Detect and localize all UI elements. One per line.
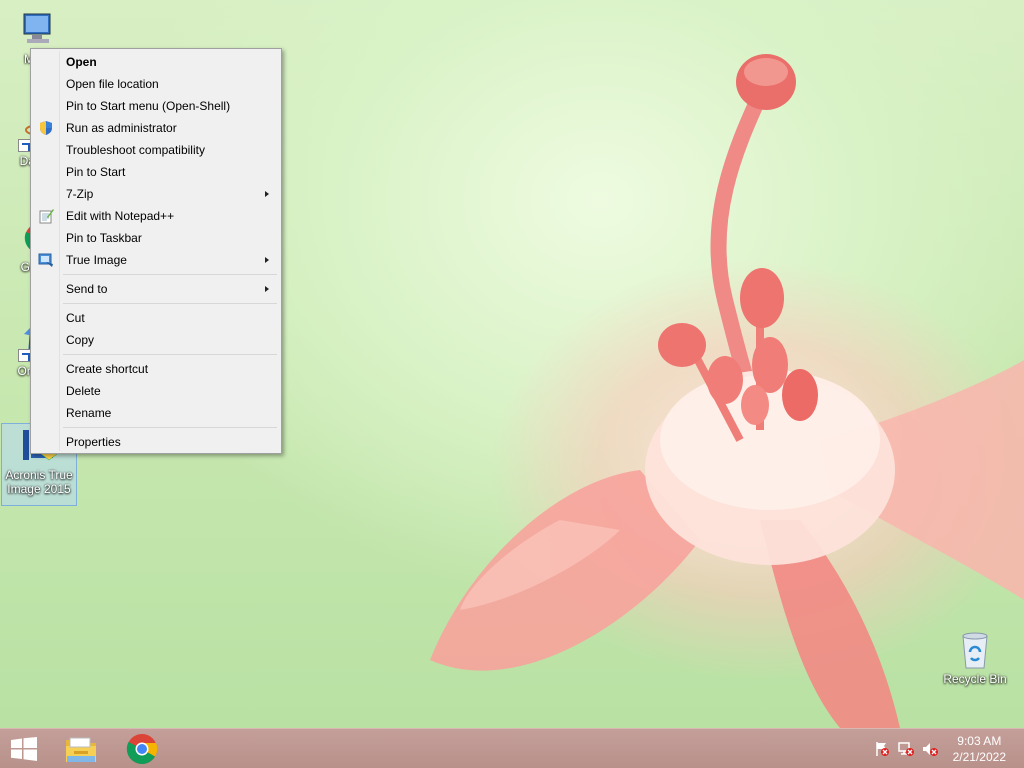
taskbar-file-explorer[interactable] bbox=[56, 729, 108, 768]
menu-item-label: Cut bbox=[66, 311, 85, 325]
menu-item-label: Pin to Taskbar bbox=[66, 231, 142, 245]
menu-item-troubleshoot-compatibility[interactable]: Troubleshoot compatibility bbox=[33, 139, 279, 161]
menu-item-label: Delete bbox=[66, 384, 101, 398]
action-center-flag-icon[interactable] bbox=[874, 741, 890, 757]
recycle-bin-icon bbox=[955, 630, 995, 670]
windows-logo-icon bbox=[10, 737, 38, 765]
computer-icon bbox=[18, 10, 58, 50]
menu-item-pin-to-taskbar[interactable]: Pin to Taskbar bbox=[33, 227, 279, 249]
menu-item-pin-to-start[interactable]: Pin to Start bbox=[33, 161, 279, 183]
notepadpp-icon bbox=[38, 208, 54, 224]
clock-time: 9:03 AM bbox=[957, 734, 1002, 748]
menu-item-copy[interactable]: Copy bbox=[33, 329, 279, 351]
menu-item-label: Create shortcut bbox=[66, 362, 149, 376]
menu-separator bbox=[63, 427, 277, 428]
menu-item-label: Properties bbox=[66, 435, 121, 449]
menu-item-label: Open file location bbox=[66, 77, 159, 91]
menu-item-delete[interactable]: Delete bbox=[33, 380, 279, 402]
menu-item-label: Run as administrator bbox=[66, 121, 177, 135]
menu-item-label: Open bbox=[66, 55, 97, 69]
submenu-arrow-icon bbox=[265, 257, 269, 263]
file-explorer-icon bbox=[64, 734, 98, 768]
network-icon[interactable] bbox=[898, 741, 914, 757]
menu-item-pin-to-start-menu-open-shell[interactable]: Pin to Start menu (Open-Shell) bbox=[33, 95, 279, 117]
menu-item-open[interactable]: Open bbox=[33, 51, 279, 73]
menu-item-open-file-location[interactable]: Open file location bbox=[33, 73, 279, 95]
chrome-icon bbox=[126, 733, 158, 768]
menu-item-true-image[interactable]: True Image bbox=[33, 249, 279, 271]
menu-item-label: Copy bbox=[66, 333, 95, 347]
menu-item-cut[interactable]: Cut bbox=[33, 307, 279, 329]
menu-item-label: Pin to Start bbox=[66, 165, 126, 179]
menu-item-run-as-administrator[interactable]: Run as administrator bbox=[33, 117, 279, 139]
volume-muted-icon[interactable] bbox=[922, 741, 938, 757]
menu-separator bbox=[63, 303, 277, 304]
true-image-icon bbox=[38, 252, 54, 268]
submenu-arrow-icon bbox=[265, 286, 269, 292]
taskbar-chrome[interactable] bbox=[116, 729, 168, 768]
menu-separator bbox=[63, 274, 277, 275]
menu-separator bbox=[63, 354, 277, 355]
menu-item-7-zip[interactable]: 7-Zip bbox=[33, 183, 279, 205]
taskbar-clock[interactable]: 9:03 AM 2/21/2022 bbox=[953, 733, 1006, 765]
desktop[interactable]: My C DataW Go Ch Ora Virt Acronis True I… bbox=[0, 0, 1024, 728]
clock-date: 2/21/2022 bbox=[952, 750, 1006, 764]
menu-item-rename[interactable]: Rename bbox=[33, 402, 279, 424]
desktop-icon-label: Acronis True Image 2015 bbox=[5, 468, 73, 496]
menu-item-properties[interactable]: Properties bbox=[33, 431, 279, 453]
menu-item-label: Rename bbox=[66, 406, 112, 420]
menu-item-label: True Image bbox=[66, 253, 127, 267]
menu-item-send-to[interactable]: Send to bbox=[33, 278, 279, 300]
uac-shield-icon bbox=[38, 120, 54, 136]
menu-item-create-shortcut[interactable]: Create shortcut bbox=[33, 358, 279, 380]
menu-item-label: Troubleshoot compatibility bbox=[66, 143, 205, 157]
taskbar: 9:03 AM 2/21/2022 bbox=[0, 728, 1024, 768]
menu-item-label: Send to bbox=[66, 282, 108, 296]
menu-item-label: 7-Zip bbox=[66, 187, 94, 201]
menu-item-label: Edit with Notepad++ bbox=[66, 209, 175, 223]
context-menu[interactable]: Open Open file location Pin to Start men… bbox=[30, 48, 282, 454]
desktop-icon-recycle-bin[interactable]: Recycle Bin bbox=[937, 630, 1013, 686]
start-button[interactable] bbox=[0, 729, 48, 768]
menu-item-label: Pin to Start menu (Open-Shell) bbox=[66, 99, 231, 113]
submenu-arrow-icon bbox=[265, 191, 269, 197]
menu-item-edit-with-notepadpp[interactable]: Edit with Notepad++ bbox=[33, 205, 279, 227]
desktop-icon-label: Recycle Bin bbox=[943, 672, 1007, 686]
